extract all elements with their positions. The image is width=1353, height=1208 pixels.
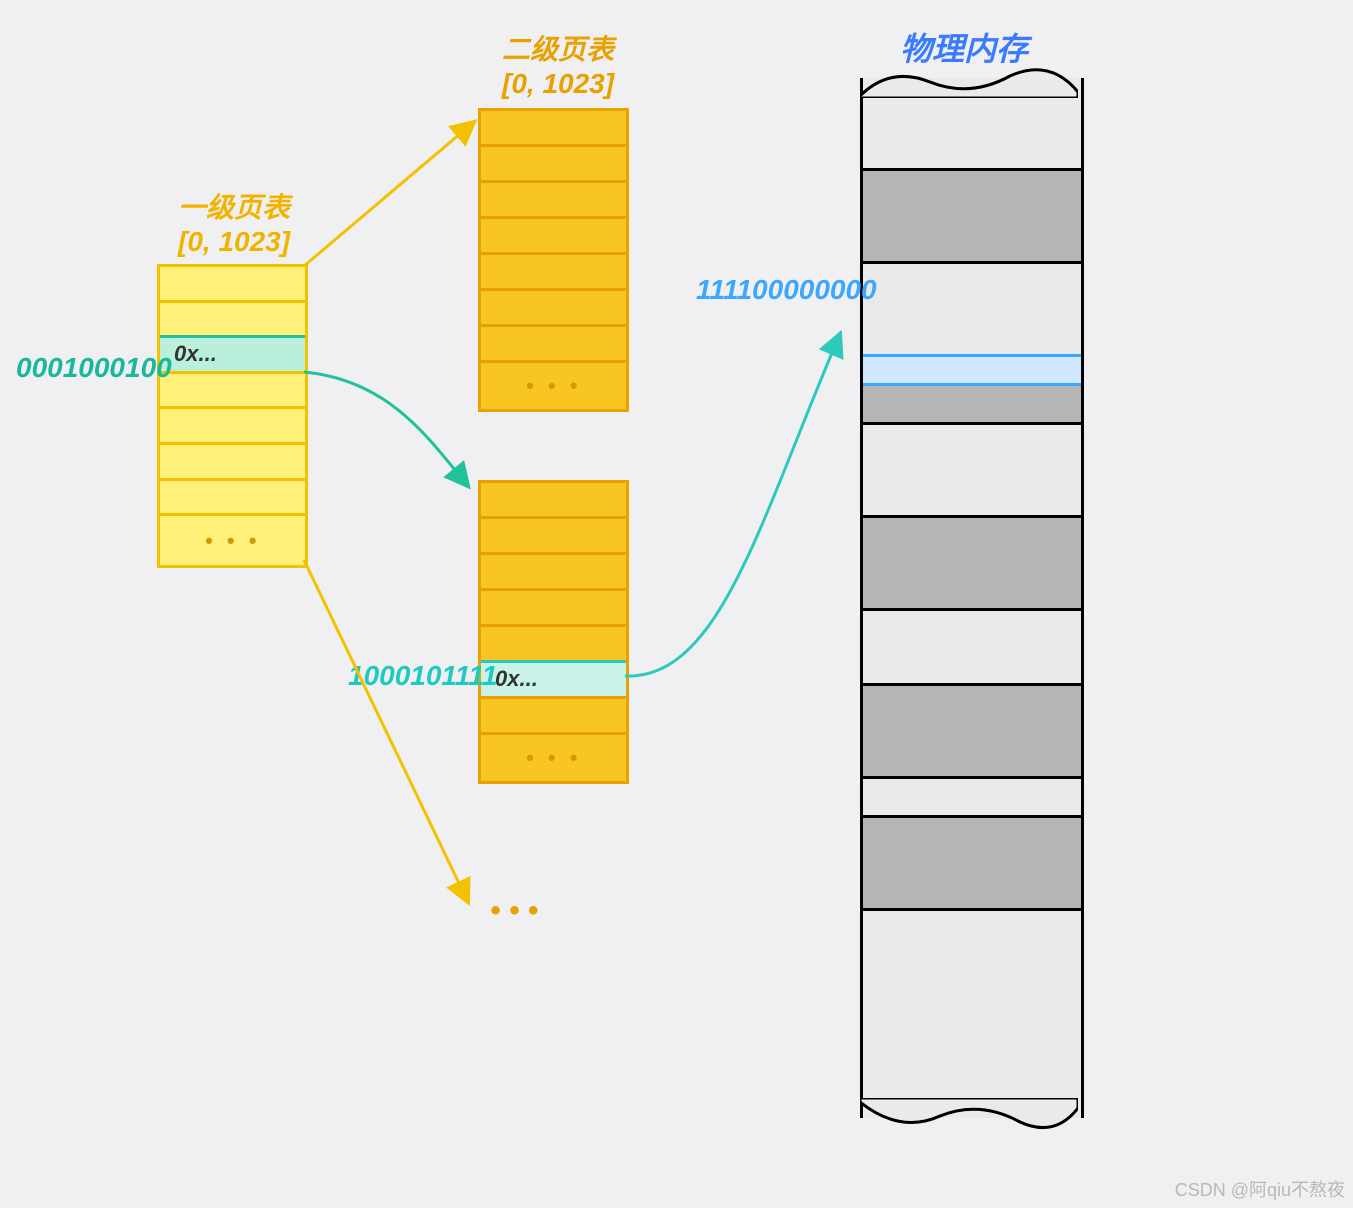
l1-table: 0x... • • • [157,264,308,568]
l2-row [481,516,626,552]
l1-row-selected: 0x... [160,335,305,371]
arrow-l1sel-to-l2b [304,372,468,486]
l2-title: 二级页表[0, 1023] [502,28,614,100]
torn-bottom [860,1098,1078,1138]
l1-row [160,406,305,442]
phys-addr: 111100000000 [696,274,877,306]
l2-row [481,483,626,516]
l1-row [160,442,305,478]
l2-upper-table: • • • [478,108,629,412]
l2-row [481,324,626,360]
l2-row [481,252,626,288]
l2-row [481,111,626,144]
l2-row [481,624,626,660]
arrow-l1-to-l2a [304,122,474,266]
l2-row-selected: 0x... [481,660,626,696]
l1-row [160,267,305,300]
phys-mem [860,78,1084,1118]
l1-ellipsis-row: • • • [160,513,305,565]
torn-top [860,58,1078,98]
arrow-l1-to-more [304,560,468,902]
l2-ellipsis-row: • • • [481,360,626,409]
l2-row [481,288,626,324]
watermark: CSDN @阿qiu不熬夜 [1175,1176,1345,1202]
l2-row [481,696,626,732]
l2-more: • • • [490,894,538,928]
l2-row [481,552,626,588]
l2-row [481,180,626,216]
l2-row [481,144,626,180]
arrow-layer [0,0,1353,1208]
l1-index: 0001000100 [16,352,172,384]
l1-row [160,300,305,336]
l2-row [481,588,626,624]
l1-row [160,478,305,514]
l1-row [160,371,305,407]
l2-lower-table: 0x... • • • [478,480,629,784]
l2-ellipsis-row: • • • [481,732,626,781]
phys-mem-selected [863,354,1081,386]
l2-index: 1000101111 [348,660,498,692]
l1-title: 一级页表[0, 1023] [178,186,290,258]
arrow-l2sel-to-phys [625,334,840,676]
l2-row [481,216,626,252]
